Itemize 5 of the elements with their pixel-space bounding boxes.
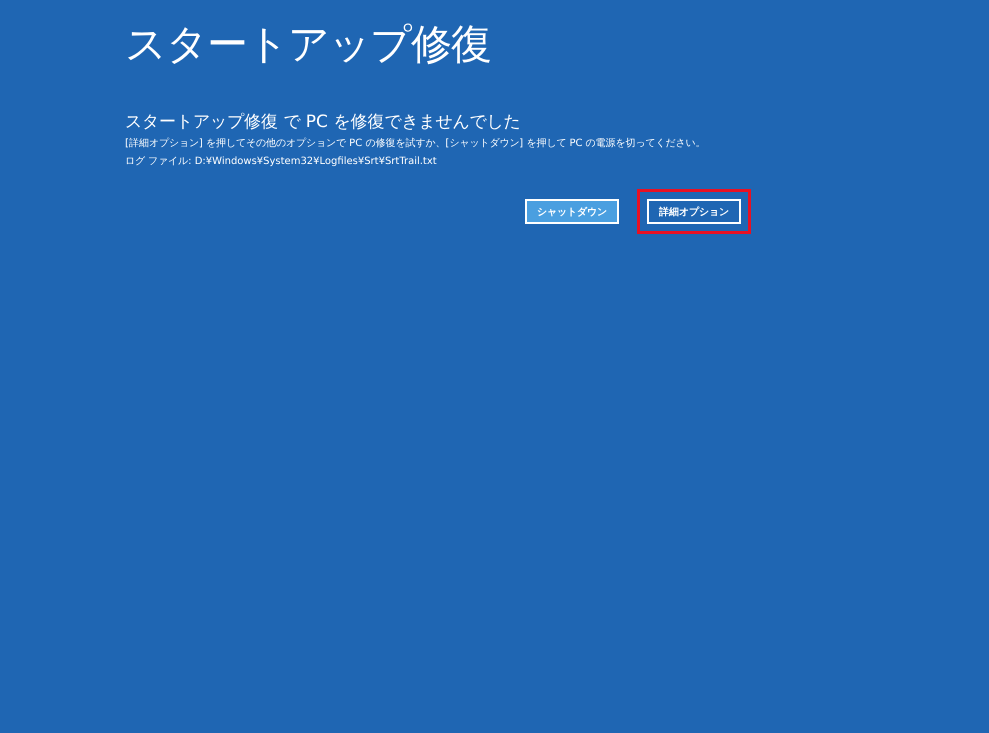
error-heading: スタートアップ修復 で PC を修復できませんでした bbox=[125, 111, 522, 134]
log-file-path: ログ ファイル: D:¥Windows¥System32¥Logfiles¥Srt¥SrtTrail.txt bbox=[125, 155, 438, 169]
instruction-text: [詳細オプション] を押してその他のオプションで PC の修復を試すか、[シャットダウン] を押して PC の電源を切ってください。 bbox=[125, 137, 707, 151]
page-title: スタートアップ修復 bbox=[125, 19, 492, 70]
action-button[interactable]: 詳細オプション bbox=[647, 199, 741, 224]
